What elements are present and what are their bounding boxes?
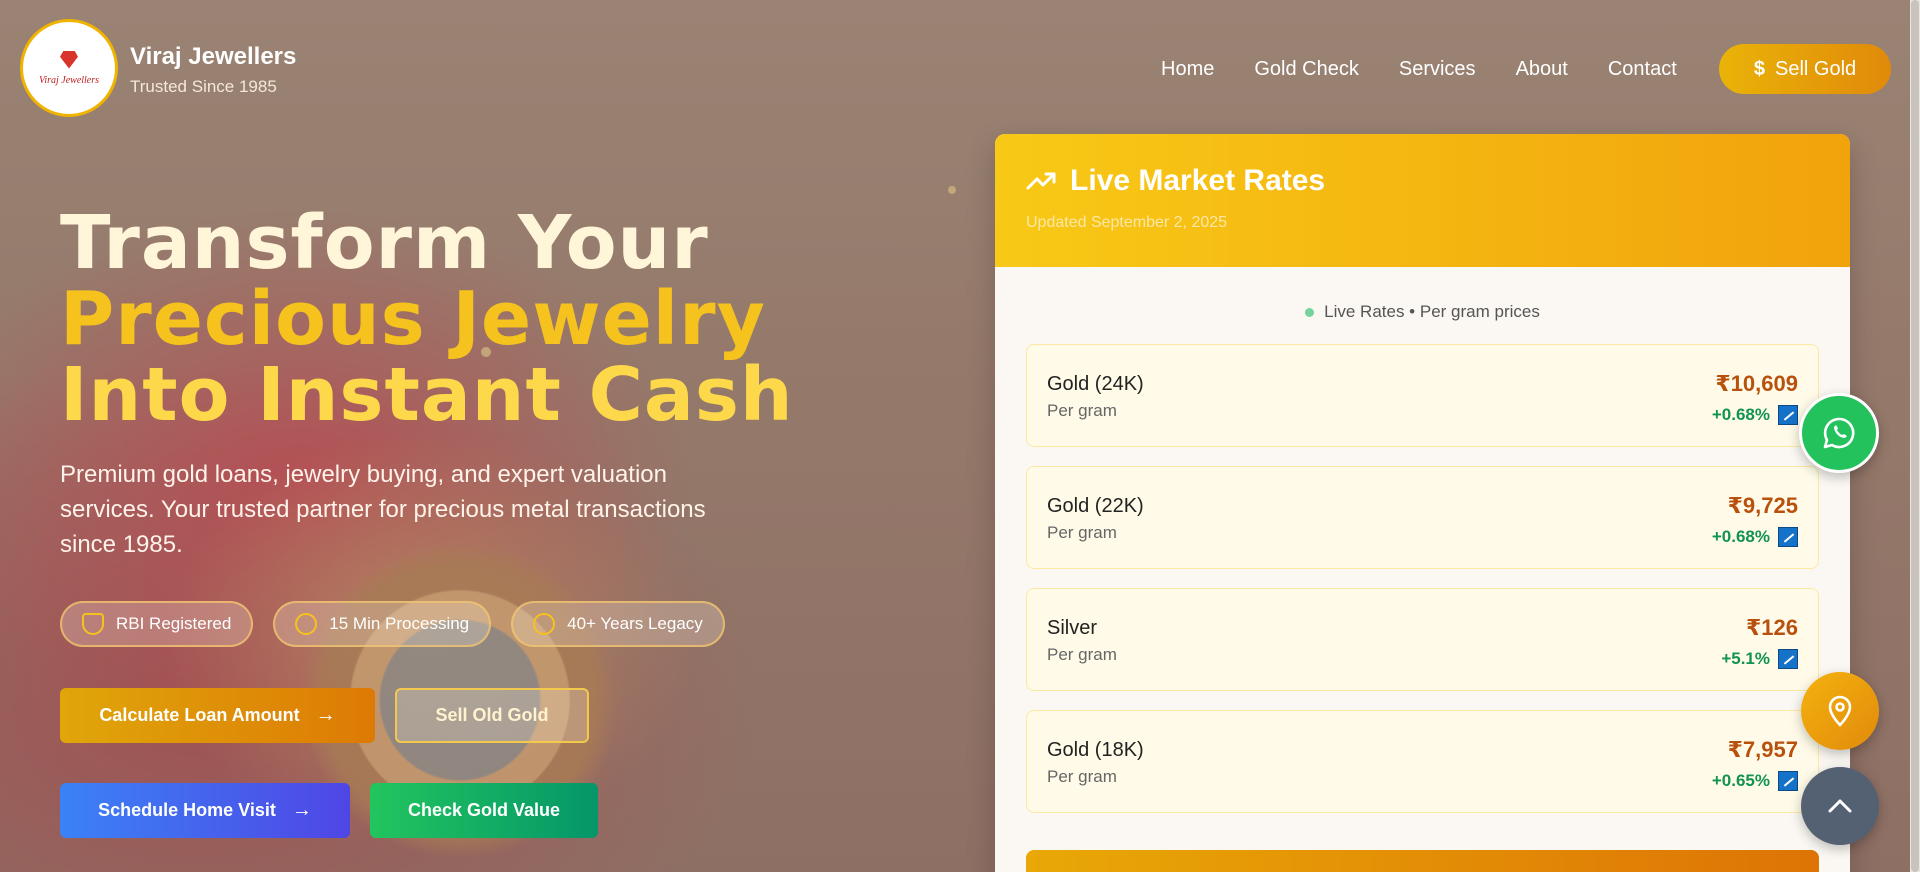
chevron-up-icon [1828,799,1852,813]
sell-gold-button[interactable]: $ Sell Gold [1719,44,1891,94]
trend-up-icon [1778,527,1798,547]
sell-old-gold-button[interactable]: Sell Old Gold [395,688,589,743]
rate-row-gold-18k[interactable]: Gold (18K) Per gram ₹7,957 +0.65% [1026,710,1819,813]
rate-change: +0.68% [1711,527,1770,546]
trust-badges: RBI Registered 15 Min Processing 40+ Yea… [60,601,725,647]
shield-icon [82,613,104,635]
nav-gold-check[interactable]: Gold Check [1254,58,1359,81]
hero-title-line1: Transform Your [60,200,709,286]
rates-updated: Updated September 2, 2025 [1026,214,1228,231]
trend-up-icon [1778,771,1798,791]
trend-up-icon [1778,649,1798,669]
hero-subtitle: Premium gold loans, jewelry buying, and … [60,461,706,558]
rates-title-row: Live Market Rates [1026,164,1819,198]
badge-rbi: RBI Registered [60,601,254,647]
whatsapp-icon [1823,417,1855,449]
decor-dot [948,186,956,194]
logo-text: Viraj Jewellers [38,74,100,86]
brand-tagline: Trusted Since 1985 [130,77,277,96]
rate-price: ₹10,609 [1715,371,1798,396]
arrow-right-icon: → [315,704,336,726]
rates-header: Live Market Rates Updated September 2, 2… [995,134,1850,267]
badge-label: 40+ Years Legacy [567,614,703,633]
nav-services[interactable]: Services [1399,58,1476,81]
live-rates-panel: Live Market Rates Updated September 2, 2… [995,134,1850,872]
arrow-right-icon: → [291,799,312,821]
rate-row-silver[interactable]: Silver Per gram ₹126 +5.1% [1026,588,1819,691]
hero-title-line3: Into Instant Cash [60,352,794,438]
rate-row-gold-22k[interactable]: Gold (22K) Per gram ₹9,725 +0.68% [1026,466,1819,569]
rate-price: ₹7,957 [1727,737,1798,762]
badge-processing: 15 Min Processing [273,601,492,647]
rate-unit: Per gram [1047,523,1117,542]
scrollbar-thumb[interactable] [1911,0,1919,872]
rate-change: +0.65% [1711,771,1770,790]
rate-name: Gold (18K) [1047,739,1144,761]
rates-panel-cta-button[interactable] [1026,850,1819,872]
rate-name: Gold (24K) [1047,373,1144,395]
rate-name: Silver [1047,617,1098,639]
gem-icon [60,50,78,69]
trend-up-icon [1778,405,1798,425]
rate-price: ₹9,725 [1727,493,1798,518]
location-button[interactable] [1801,672,1879,750]
dollar-icon: $ [1753,57,1765,80]
schedule-visit-label: Schedule Home Visit [98,800,276,820]
rate-unit: Per gram [1047,401,1117,420]
whatsapp-button[interactable] [1799,393,1879,473]
badge-legacy: 40+ Years Legacy [511,601,725,647]
calculate-loan-label: Calculate Loan Amount [99,705,300,725]
nav-about[interactable]: About [1516,58,1568,81]
rate-name: Gold (22K) [1047,495,1144,517]
badge-label: 15 Min Processing [329,614,470,633]
hero-title-line2: Precious Jewelry [60,276,766,362]
live-indicator: Live Rates • Per gram prices [995,302,1850,322]
clock-icon [295,613,318,635]
badge-label: RBI Registered [116,614,232,633]
sell-gold-label: Sell Gold [1774,57,1857,80]
award-icon [533,613,556,635]
trending-up-icon [1026,172,1056,190]
rate-price: ₹126 [1745,615,1798,640]
schedule-home-visit-button[interactable]: Schedule Home Visit → [60,783,350,838]
brand-name: Viraj Jewellers [130,43,297,70]
rate-change: +5.1% [1721,649,1770,668]
rates-title: Live Market Rates [1070,164,1326,197]
rate-unit: Per gram [1047,645,1117,664]
calculate-loan-button[interactable]: Calculate Loan Amount → [60,688,375,743]
live-dot-icon [1305,307,1315,317]
scroll-to-top-button[interactable] [1801,767,1879,845]
rate-change: +0.68% [1711,405,1770,424]
live-label: Live Rates • Per gram prices [1324,302,1540,321]
rate-row-gold-24k[interactable]: Gold (24K) Per gram ₹10,609 +0.68% [1026,344,1819,447]
map-pin-icon [1828,695,1852,727]
rate-unit: Per gram [1047,767,1117,786]
logo[interactable]: Viraj Jewellers [20,19,118,117]
check-gold-value-button[interactable]: Check Gold Value [370,783,598,838]
nav-contact[interactable]: Contact [1608,58,1677,81]
main-nav: Home Gold Check Services About Contact [1161,58,1677,81]
scrollbar[interactable] [1910,0,1920,872]
nav-home[interactable]: Home [1161,58,1214,81]
